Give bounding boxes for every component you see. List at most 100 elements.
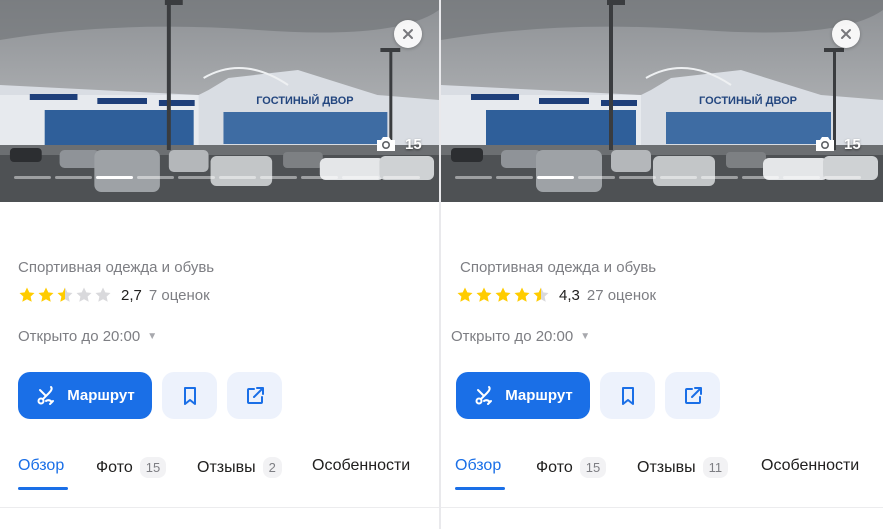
tab-bar: Обзор Фото 15 Отзывы 11 Особенности	[441, 453, 883, 493]
photo-scene: ГОСТИНЫЙ ДВОР	[0, 0, 439, 202]
star-icon	[476, 287, 492, 302]
tab-photos-badge: 15	[139, 457, 167, 478]
tab-features-label: Особенности	[312, 457, 411, 474]
ratings-count: 27 оценок	[586, 286, 657, 304]
close-button[interactable]	[832, 20, 860, 48]
rating-value: 2,7	[121, 286, 142, 304]
bookmark-button[interactable]	[600, 372, 655, 419]
rating-stars	[18, 286, 112, 304]
photo-progress-segment	[701, 176, 738, 179]
star-icon	[76, 287, 92, 302]
rating-row[interactable]: 2,7 7 оценок	[18, 286, 210, 304]
camera-icon	[377, 137, 395, 151]
working-hours[interactable]: Открыто до 20:00 ▼	[18, 328, 157, 345]
bookmark-icon	[621, 386, 634, 405]
place-photo[interactable]: ГОСТИНЫЙ ДВОР 15	[441, 0, 883, 202]
close-icon	[403, 29, 413, 39]
divider	[441, 507, 883, 508]
close-icon	[841, 29, 851, 39]
photo-progress-segment	[137, 176, 174, 179]
star-icon	[19, 287, 35, 302]
route-button-label: Маршрут	[67, 387, 135, 404]
place-category: Спортивная одежда и обувь	[460, 259, 657, 276]
tab-bar: Обзор Фото 15 Отзывы 2 Особенности	[0, 453, 439, 493]
share-button[interactable]	[665, 372, 720, 419]
photo-progress-segment	[783, 176, 820, 179]
photo-progress-segment-active	[537, 176, 574, 179]
photo-progress-segment	[301, 176, 338, 179]
tab-photos-label: Фото	[96, 458, 133, 476]
place-photo[interactable]: ГОСТИНЫЙ ДВОР 15	[0, 0, 439, 202]
photo-progress-segment	[14, 176, 51, 179]
photo-count-value: 15	[405, 135, 422, 153]
tab-photos[interactable]: Фото 15	[536, 457, 607, 478]
share-icon	[246, 386, 264, 404]
photo-progress	[455, 176, 861, 179]
photo-progress-segment	[219, 176, 256, 179]
tab-overview[interactable]: Обзор	[455, 457, 501, 475]
photo-progress-segment	[742, 176, 779, 179]
photo-progress-segment	[619, 176, 656, 179]
tab-features[interactable]: Особенности	[761, 457, 859, 475]
route-button-label: Маршрут	[505, 387, 573, 404]
tab-overview[interactable]: Обзор	[18, 457, 64, 475]
photo-progress-segment	[496, 176, 533, 179]
working-hours[interactable]: Открыто до 20:00 ▼	[451, 328, 590, 345]
active-tab-indicator	[455, 487, 505, 490]
action-buttons: Маршрут	[18, 372, 282, 419]
close-button[interactable]	[394, 20, 422, 48]
rating-row[interactable]: 4,3 27 оценок	[456, 286, 656, 304]
star-icon	[38, 287, 54, 302]
photo-counter[interactable]: 15	[375, 135, 422, 153]
ratings-count: 7 оценок	[148, 286, 210, 304]
star-icon	[57, 287, 73, 302]
photo-progress-segment	[578, 176, 615, 179]
route-button[interactable]: Маршрут	[18, 372, 152, 419]
bookmark-button[interactable]	[162, 372, 217, 419]
hours-text: Открыто до 20:00	[451, 328, 574, 345]
star-icon	[457, 287, 473, 302]
building-sign: ГОСТИНЫЙ ДВОР	[256, 94, 353, 107]
caret-down-icon: ▼	[580, 331, 591, 342]
share-icon	[684, 386, 702, 404]
photo-progress-segment	[55, 176, 92, 179]
place-card-right: ГОСТИНЫЙ ДВОР 15 Спортивная одежда и обу…	[441, 0, 883, 529]
route-button[interactable]: Маршрут	[456, 372, 590, 419]
photo-counter[interactable]: 15	[814, 135, 861, 153]
photo-progress-segment	[383, 176, 420, 179]
tab-features-label: Особенности	[761, 457, 860, 474]
photo-count-value: 15	[844, 135, 861, 153]
place-card-left: ГОСТИНЫЙ ДВОР 15 Спортивная одежда и обу…	[0, 0, 439, 529]
caret-down-icon: ▼	[147, 331, 158, 342]
star-icon	[495, 287, 511, 302]
photo-progress-segment	[260, 176, 297, 179]
photo-progress-segment	[178, 176, 215, 179]
photo-scene: ГОСТИНЫЙ ДВОР	[441, 0, 883, 202]
rating-stars	[456, 286, 550, 304]
hours-text: Открыто до 20:00	[18, 328, 141, 345]
photo-progress-segment	[455, 176, 492, 179]
photo-progress-segment	[660, 176, 697, 179]
tab-features[interactable]: Особенности	[312, 457, 410, 475]
star-icon	[514, 287, 530, 302]
tab-reviews-badge: 11	[702, 457, 729, 478]
tab-reviews-label: Отзывы	[637, 458, 696, 476]
tab-reviews-label: Отзывы	[197, 458, 256, 476]
photo-progress-segment	[824, 176, 861, 179]
photo-progress-segment-active	[96, 176, 133, 179]
route-icon	[475, 385, 493, 405]
building-sign: ГОСТИНЫЙ ДВОР	[699, 94, 797, 107]
share-button[interactable]	[227, 372, 282, 419]
divider	[0, 507, 439, 508]
tab-photos-badge: 15	[579, 457, 607, 478]
bookmark-icon	[183, 386, 196, 405]
active-tab-indicator	[18, 487, 68, 490]
tab-reviews[interactable]: Отзывы 2	[197, 457, 282, 478]
star-icon	[533, 287, 549, 302]
tab-reviews-badge: 2	[262, 457, 282, 478]
tab-reviews[interactable]: Отзывы 11	[637, 457, 729, 478]
place-category: Спортивная одежда и обувь	[18, 259, 215, 276]
tab-photos[interactable]: Фото 15	[96, 457, 167, 478]
tab-overview-label: Обзор	[18, 457, 65, 474]
route-icon	[37, 385, 55, 405]
